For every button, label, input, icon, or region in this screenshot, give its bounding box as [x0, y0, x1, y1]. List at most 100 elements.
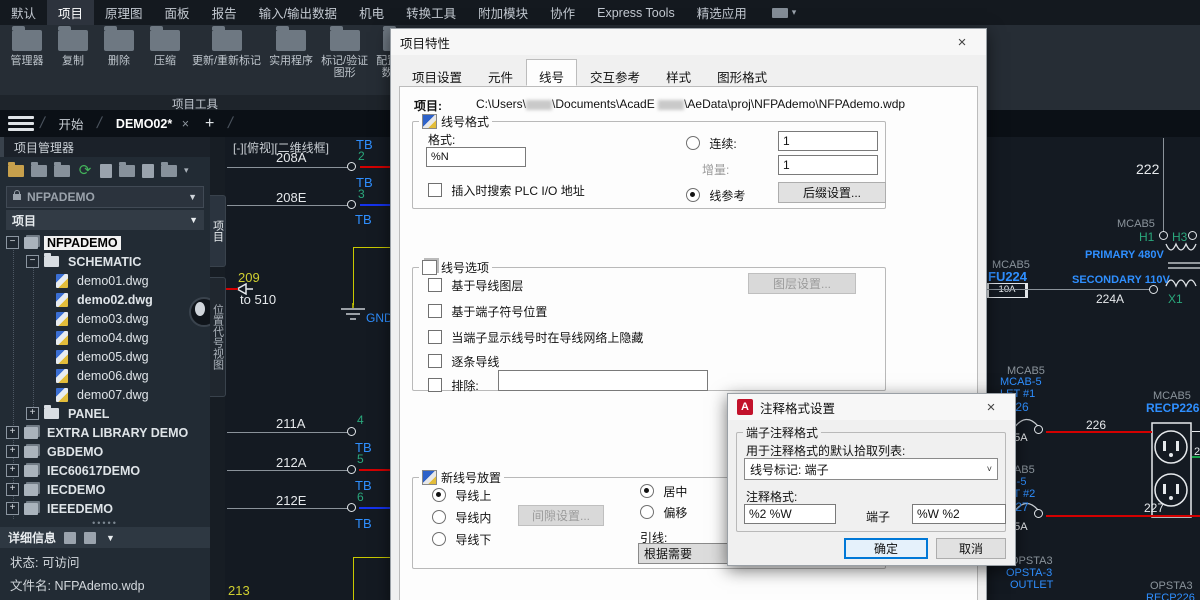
ribbon-tool-utilities-icon[interactable]: 实用程序	[269, 27, 313, 67]
tree-expander-icon[interactable]: +	[6, 464, 19, 477]
dialog-tab-项目设置[interactable]: 项目设置	[399, 62, 475, 86]
menu-tab-转换工具[interactable]: 转换工具	[395, 0, 467, 25]
tab-demo02[interactable]: DEMO02* ×	[108, 113, 197, 135]
centered-radio[interactable]: 居中	[640, 483, 687, 500]
panel-splitter[interactable]: •••••	[0, 519, 210, 527]
radio-icon[interactable]	[686, 136, 700, 150]
menu-tab-Express Tools[interactable]: Express Tools	[586, 0, 686, 25]
below-wire-radio[interactable]: 导线下	[432, 531, 491, 548]
suffix-setup-button[interactable]: 后缀设置...	[778, 182, 886, 203]
tree-item-demo01-dwg[interactable]: demo01.dwg	[56, 271, 152, 290]
menu-tab-项目[interactable]: 项目	[47, 0, 94, 25]
tree-item-demo03-dwg[interactable]: demo03.dwg	[56, 309, 152, 328]
tree-item-iec60617demo[interactable]: +IEC60617DEMO	[6, 461, 143, 480]
tree-item-demo02-dwg[interactable]: demo02.dwg	[56, 290, 156, 309]
checkbox-icon[interactable]	[428, 354, 442, 368]
menu-tab-原理图[interactable]: 原理图	[94, 0, 154, 25]
tree-item-gbdemo[interactable]: +GBDEMO	[6, 442, 106, 461]
project-image-icon[interactable]	[54, 165, 70, 177]
increment-input[interactable]: 1	[778, 155, 878, 175]
menu-tab-精选应用[interactable]: 精选应用	[686, 0, 758, 25]
close-tab-icon[interactable]: ×	[182, 117, 189, 131]
plc-search-checkbox[interactable]: 插入时搜索 PLC I/O 地址	[428, 182, 585, 199]
tree-item-demo07-dwg[interactable]: demo07.dwg	[56, 385, 152, 404]
ribbon-tool-update-retag-icon[interactable]: 更新/重新标记	[192, 27, 261, 67]
dialog-titlebar[interactable]: A 注释格式设置 ×	[728, 394, 1015, 420]
tree-expander-icon[interactable]: +	[6, 502, 19, 515]
tree-item-nfpademo[interactable]: −NFPADEMO	[6, 233, 121, 252]
tree-item-demo04-dwg[interactable]: demo04.dwg	[56, 328, 152, 347]
sequential-radio[interactable]: 连续:	[686, 135, 737, 152]
terminal-position-checkbox[interactable]: 基于端子符号位置	[428, 303, 547, 320]
offset-radio[interactable]: 偏移	[640, 504, 687, 521]
dialog-tab-元件[interactable]: 元件	[475, 62, 526, 86]
new-project-icon[interactable]	[31, 165, 47, 177]
details-header[interactable]: 详细信息 ▼	[0, 527, 210, 548]
checkbox-icon[interactable]	[428, 304, 442, 318]
tree-item-panel[interactable]: +PANEL	[26, 404, 112, 423]
radio-icon[interactable]	[640, 484, 654, 498]
checkbox-icon[interactable]	[428, 278, 442, 292]
dialog-tab-交互参考[interactable]: 交互参考	[577, 62, 653, 86]
details-doc-icon[interactable]	[64, 532, 76, 544]
radio-icon[interactable]	[640, 505, 654, 519]
hamburger-menu-icon[interactable]	[8, 116, 34, 131]
checkbox-icon[interactable]	[428, 378, 442, 392]
tree-item-extra-library-demo[interactable]: +EXTRA LIBRARY DEMO	[6, 423, 191, 442]
tree-expander-icon[interactable]: −	[26, 255, 39, 268]
tree-item-schematic[interactable]: −SCHEMATIC	[26, 252, 144, 271]
close-icon[interactable]: ×	[947, 34, 977, 51]
publish-icon[interactable]	[142, 164, 154, 178]
menu-tab-面板[interactable]: 面板	[154, 0, 201, 25]
dialog-tab-图形格式[interactable]: 图形格式	[704, 62, 780, 86]
ribbon-tool-delete-project-icon[interactable]: 删除	[100, 27, 138, 67]
inline-wire-radio[interactable]: 导线内	[432, 509, 491, 526]
menu-tab-输入/输出数据[interactable]: 输入/输出数据	[248, 0, 348, 25]
line-reference-radio[interactable]: 线参考	[686, 187, 745, 204]
dialog-tab-线号[interactable]: 线号	[526, 59, 577, 86]
annotation-format-input[interactable]: %2 %W	[744, 504, 836, 524]
task-list-icon[interactable]	[100, 164, 112, 178]
menu-tab-附加模块[interactable]: 附加模块	[467, 0, 539, 25]
radio-icon[interactable]	[432, 532, 446, 546]
chevron-down-icon[interactable]: ▼	[106, 533, 115, 543]
pick-list-combo[interactable]: 线号标记: 端子 ˅	[744, 458, 998, 480]
per-wire-checkbox[interactable]: 逐条导线	[428, 353, 499, 370]
refresh-icon[interactable]: ⟳	[77, 164, 93, 178]
tree-expander-icon[interactable]: +	[6, 445, 19, 458]
menu-tab-机电[interactable]: 机电	[348, 0, 395, 25]
tree-item-iecdemo[interactable]: +IECDEMO	[6, 480, 108, 499]
open-project-icon[interactable]	[8, 165, 24, 177]
tree-expander-icon[interactable]: −	[6, 236, 19, 249]
tree-item-demo05-dwg[interactable]: demo05.dwg	[56, 347, 152, 366]
format-input[interactable]: %N	[426, 147, 526, 167]
tab-start[interactable]: 开始	[50, 110, 91, 137]
toolbar-more-chevron-icon[interactable]: ▾	[184, 165, 189, 176]
checkbox-icon[interactable]	[428, 330, 442, 344]
plot-icon[interactable]	[161, 165, 177, 177]
side-tab-location-view[interactable]: 位置代号视图	[210, 277, 226, 397]
snapshot-icon[interactable]	[119, 165, 135, 177]
terminal-format-input[interactable]: %W %2	[912, 504, 1006, 524]
exclude-checkbox[interactable]: 排除:	[428, 377, 479, 394]
dialog-titlebar[interactable]: 项目特性 ×	[391, 29, 986, 55]
tree-expander-icon[interactable]: +	[6, 483, 19, 496]
radio-icon[interactable]	[686, 188, 700, 202]
tree-item-ieeedemo[interactable]: +IEEEDEMO	[6, 499, 116, 518]
ok-button[interactable]: 确定	[844, 538, 928, 559]
ribbon-tool-verify-drawing-icon[interactable]: 标记/验证 图形	[321, 27, 368, 79]
radio-icon[interactable]	[432, 488, 446, 502]
radio-icon[interactable]	[432, 510, 446, 524]
menu-tab-默认[interactable]: 默认	[0, 0, 47, 25]
tree-view-selector[interactable]: 项目 ▼	[6, 210, 204, 230]
close-icon[interactable]: ×	[976, 399, 1006, 416]
checkbox-icon[interactable]	[428, 183, 442, 197]
tree-expander-icon[interactable]: +	[26, 407, 39, 420]
active-project-selector[interactable]: NFPADEMO ▼	[6, 186, 204, 208]
hide-on-network-checkbox[interactable]: 当端子显示线号时在导线网络上隐藏	[428, 329, 643, 346]
cancel-button[interactable]: 取消	[936, 538, 1006, 559]
tree-item-demo06-dwg[interactable]: demo06.dwg	[56, 366, 152, 385]
exclude-input[interactable]	[498, 370, 708, 391]
details-preview-icon[interactable]	[84, 532, 96, 544]
dialog-tab-样式[interactable]: 样式	[653, 62, 704, 86]
